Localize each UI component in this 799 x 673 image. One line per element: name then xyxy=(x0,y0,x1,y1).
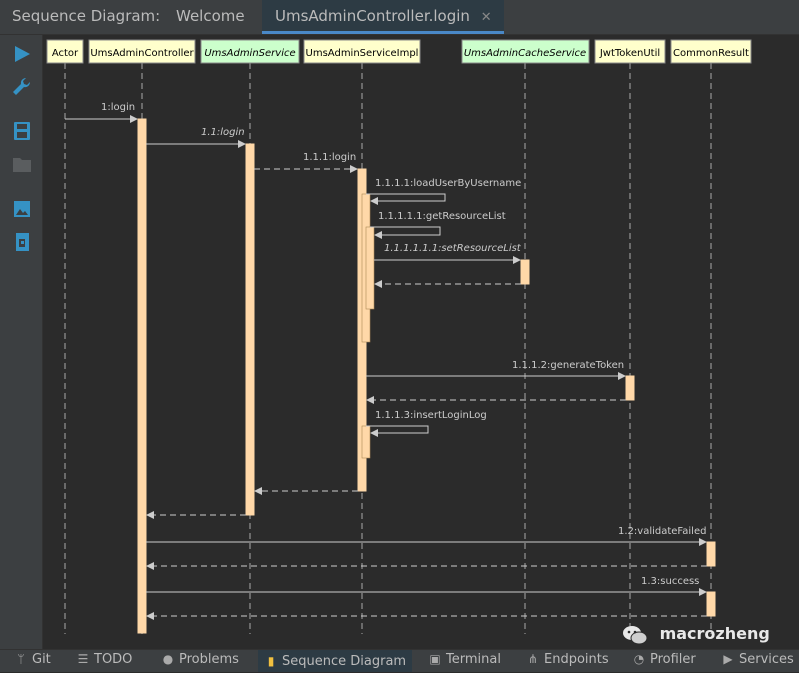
folder-icon[interactable] xyxy=(10,153,34,175)
git-branch-icon: ᛘ xyxy=(17,652,25,666)
svg-text:CommonResult: CommonResult xyxy=(673,48,749,59)
svg-text:UmsAdminCacheService: UmsAdminCacheService xyxy=(464,48,586,59)
participant-ums-admin-service-impl[interactable]: UmsAdminServiceImpl xyxy=(303,39,421,64)
diagram-toolbar xyxy=(0,35,43,649)
tool-tab-endpoints[interactable]: ⋔ Endpoints xyxy=(526,652,609,667)
tab-label: Welcome xyxy=(176,7,245,25)
message-label-1-1-1-1-1: 1.1.1.1.1:getResourceList xyxy=(378,211,506,222)
message-label-1-1-1-1: 1.1.1.1:loadUserByUsername xyxy=(375,178,521,189)
close-icon[interactable]: ✕ xyxy=(481,10,492,25)
participant-ums-admin-service[interactable]: UmsAdminService xyxy=(200,39,300,64)
message-label-1-1: 1.1:login xyxy=(201,127,245,138)
message-label-1-2: 1.2:validateFailed xyxy=(618,526,706,537)
tool-window-bar: ᛘ Git ☰ TODO ● Problems ▮ Sequence Diagram ▣… xyxy=(0,649,799,672)
tab-bar: Sequence Diagram: Welcome UmsAdminContro… xyxy=(0,0,799,35)
message-label-1-1-1-3: 1.1.1.3:insertLoginLog xyxy=(375,410,487,421)
services-icon: ▶ xyxy=(723,652,733,666)
save-icon[interactable] xyxy=(10,120,34,142)
svg-text:JwtTokenUtil: JwtTokenUtil xyxy=(599,48,660,59)
tab-ums-admin-controller-login[interactable]: UmsAdminController.login ✕ xyxy=(262,0,504,34)
tool-tab-label: Git xyxy=(32,652,51,667)
tool-tab-todo[interactable]: ☰ TODO xyxy=(76,652,133,667)
message-arrow-1-1-1-3 xyxy=(366,425,429,437)
warning-icon: ● xyxy=(162,652,174,666)
wechat-icon xyxy=(622,625,648,645)
message-label-1: 1:login xyxy=(101,102,135,113)
tool-tab-git[interactable]: ᛘ Git xyxy=(14,652,51,667)
tool-tab-label: TODO xyxy=(94,652,133,667)
activation-get-resource xyxy=(365,226,375,310)
export-icon[interactable] xyxy=(10,231,34,253)
watermark-text: macrozheng xyxy=(659,624,770,643)
activation-jwt xyxy=(625,375,635,401)
diagram-icon: ▮ xyxy=(267,654,275,668)
activation-common-result-2 xyxy=(706,591,716,617)
activation-insert-log xyxy=(361,425,371,459)
tool-tab-profiler[interactable]: ◔ Profiler xyxy=(632,652,696,667)
tab-welcome[interactable]: Welcome xyxy=(176,0,245,34)
message-label-1-1-1: 1.1.1:login xyxy=(303,152,356,163)
message-arrow-1-1-1-1 xyxy=(366,193,446,205)
tool-tab-problems[interactable]: ● Problems xyxy=(161,652,239,667)
tab-label: UmsAdminController.login xyxy=(275,7,470,25)
tool-tab-services[interactable]: ▶ Services xyxy=(721,652,794,667)
svg-text:UmsAdminService: UmsAdminService xyxy=(204,48,295,59)
participant-jwt-token-util[interactable]: JwtTokenUtil xyxy=(594,39,666,64)
tool-tab-terminal[interactable]: ▣ Terminal xyxy=(428,652,501,667)
tool-tab-label: Sequence Diagram xyxy=(282,654,407,669)
message-label-1-1-1-2: 1.1.1.2:generateToken xyxy=(512,360,624,371)
wrench-icon[interactable] xyxy=(10,76,34,98)
image-icon[interactable] xyxy=(10,198,34,220)
svg-text:Actor: Actor xyxy=(52,48,79,59)
tool-window-title: Sequence Diagram: xyxy=(12,7,161,25)
tool-tab-label: Endpoints xyxy=(544,652,609,667)
activation-service xyxy=(245,143,255,516)
tool-tab-sequence-diagram[interactable]: ▮ Sequence Diagram xyxy=(258,650,413,672)
endpoints-icon: ⋔ xyxy=(527,652,539,666)
svg-text:UmsAdminController: UmsAdminController xyxy=(90,48,194,59)
activation-cache-service xyxy=(520,259,530,285)
participant-common-result[interactable]: CommonResult xyxy=(670,39,752,64)
sequence-diagram-canvas: Actor UmsAdminController UmsAdminService… xyxy=(43,35,799,649)
participant-ums-admin-controller[interactable]: UmsAdminController xyxy=(88,39,196,64)
participant-ums-admin-cache-service[interactable]: UmsAdminCacheService xyxy=(461,39,590,64)
tool-tab-label: Problems xyxy=(179,652,239,667)
activation-common-result-1 xyxy=(706,541,716,567)
message-label-1-1-1-1-1-1: 1.1.1.1.1.1:setResourceList xyxy=(384,243,522,254)
message-arrow-1-1-1-1-1 xyxy=(370,226,441,239)
svg-text:UmsAdminServiceImpl: UmsAdminServiceImpl xyxy=(306,48,419,59)
tool-tab-label: Profiler xyxy=(650,652,696,667)
tool-tab-label: Terminal xyxy=(446,652,501,667)
participant-actor[interactable]: Actor xyxy=(46,39,84,64)
message-label-1-3: 1.3:success xyxy=(641,576,699,587)
terminal-icon: ▣ xyxy=(429,652,441,666)
tool-tab-label: Services xyxy=(739,652,794,667)
sequence-diagram: Actor UmsAdminController UmsAdminService… xyxy=(46,39,752,634)
list-icon: ☰ xyxy=(77,652,89,666)
profiler-icon: ◔ xyxy=(633,652,645,666)
watermark: macrozheng xyxy=(622,624,770,645)
activation-controller xyxy=(137,118,147,634)
play-icon[interactable] xyxy=(10,43,34,65)
